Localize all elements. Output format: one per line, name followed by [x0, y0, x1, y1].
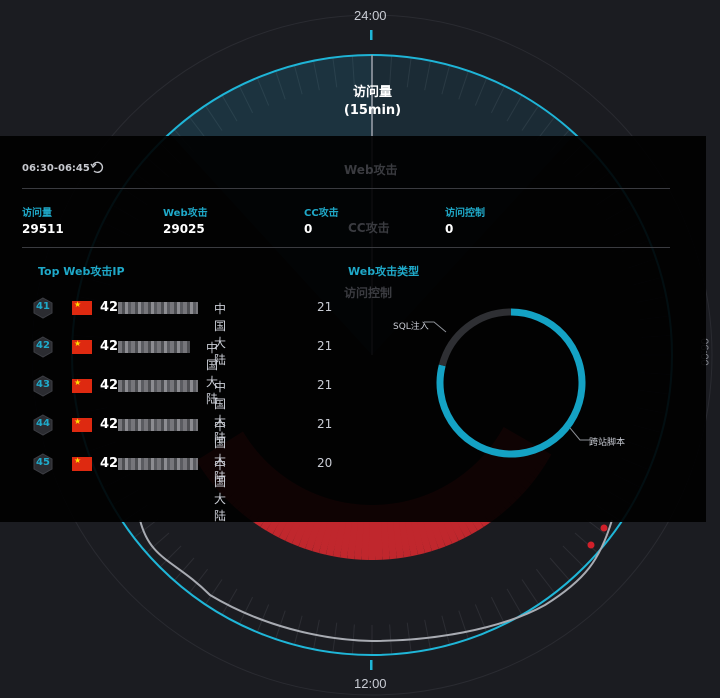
center-title: 访问量 (15min): [320, 84, 425, 120]
grid-line: [490, 596, 506, 625]
china-flag-icon: ★: [72, 417, 92, 432]
clock-bottom-label: 12:00: [354, 676, 387, 691]
bottom-tick: [370, 660, 373, 670]
ip-redaction: [118, 458, 198, 470]
metric-value: 0: [445, 222, 454, 236]
attack-type-donut: [436, 308, 586, 458]
china-flag-icon: ★: [72, 456, 92, 471]
metric-value: 29511: [22, 222, 64, 236]
top-tick: [370, 30, 373, 40]
grid-line: [506, 588, 523, 616]
metric-value: 29025: [163, 222, 205, 236]
top-ip-title: Top Web攻击IP: [38, 265, 125, 278]
donut-label-xss: 跨站脚本: [589, 438, 626, 448]
grid-line: [562, 545, 585, 568]
ghost-label: 访问控制: [344, 286, 393, 300]
ip-count: 20: [317, 456, 333, 470]
rank-number: 45: [36, 457, 50, 468]
grid-line: [535, 568, 556, 594]
china-flag-icon: ★: [72, 378, 92, 393]
ip-count: 21: [317, 417, 333, 431]
ip-address: 42: [100, 456, 119, 471]
grid-line: [574, 532, 598, 554]
ip-address: 42: [100, 417, 119, 432]
divider: [22, 188, 670, 189]
metric-label: CC攻击: [304, 208, 339, 219]
ip-count: 21: [317, 339, 333, 353]
grid-line: [221, 588, 238, 616]
dashboard: 24:00 12:00 06:00 访问量 (15min) 06:30-06:4…: [0, 0, 720, 698]
rank-number: 41: [36, 301, 50, 312]
undo-icon[interactable]: [90, 160, 104, 174]
rank-number: 42: [36, 340, 50, 351]
rank-badge: 44: [32, 414, 54, 436]
ip-count: 21: [317, 300, 333, 314]
ip-address: 42: [100, 378, 119, 393]
center-title-main: 访问量: [352, 85, 392, 100]
china-flag-icon: ★: [72, 339, 92, 354]
ip-redaction: [118, 341, 190, 353]
china-flag-icon: ★: [72, 300, 92, 315]
ghost-label: CC攻击: [348, 221, 390, 235]
time-range: 06:30-06:45: [22, 163, 90, 174]
grid-line: [389, 624, 393, 655]
rank-badge: 43: [32, 375, 54, 397]
ip-region: 中国大陆: [214, 458, 227, 523]
ip-address: 42: [100, 300, 119, 315]
metric-visits: 访问量 29511: [22, 204, 64, 236]
grid-line: [441, 615, 451, 645]
rank-badge: 45: [32, 453, 54, 475]
metric-label: 访问量: [22, 208, 52, 219]
ip-count: 21: [317, 378, 333, 392]
clock-top-label: 24:00: [354, 8, 387, 23]
grid-line: [521, 579, 540, 605]
rank-badge: 42: [32, 336, 54, 358]
metric-cc-attack: CC攻击 0: [304, 204, 339, 236]
metric-label: 访问控制: [445, 208, 485, 219]
attack-marker: [587, 541, 595, 549]
ip-address: 42: [100, 339, 119, 354]
attack-type-title: Web攻击类型: [348, 265, 420, 278]
grid-line: [424, 619, 432, 650]
grid-line: [549, 557, 571, 581]
rank-badge: 41: [32, 297, 54, 319]
ip-redaction: [118, 380, 198, 392]
metric-label: Web攻击: [163, 208, 208, 219]
rank-number: 44: [36, 418, 50, 429]
metric-access-control: 访问控制 0: [445, 204, 485, 236]
rank-number: 43: [36, 379, 50, 390]
ghost-label: Web攻击: [344, 163, 398, 177]
metric-value: 0: [304, 222, 313, 236]
ip-redaction: [118, 302, 198, 314]
grid-line: [406, 622, 412, 653]
ip-redaction: [118, 419, 198, 431]
xss-leader-line: [570, 428, 590, 441]
center-title-sub: (15min): [343, 103, 402, 118]
attack-marker: [600, 524, 608, 532]
divider: [22, 247, 670, 248]
metric-web-attack: Web攻击 29025: [163, 204, 208, 236]
donut-label-sql: SQL注入: [393, 322, 429, 332]
donut-slice: [438, 308, 512, 367]
grid-line: [458, 610, 469, 640]
